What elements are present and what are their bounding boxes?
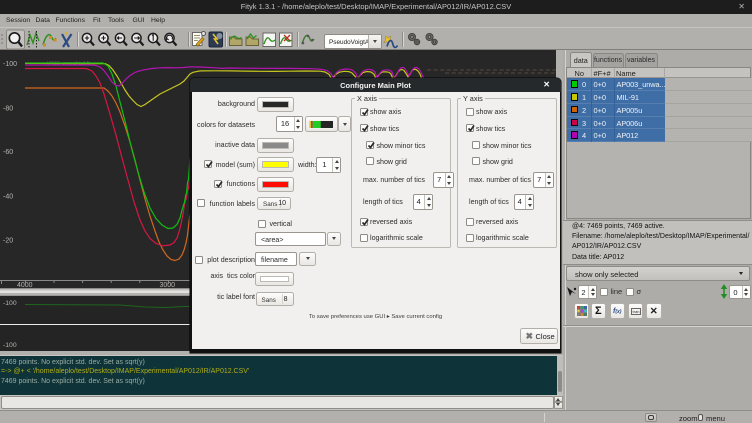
svg-text:-80: -80 bbox=[3, 106, 13, 113]
svg-text:-20: -20 bbox=[3, 238, 13, 245]
svg-text:-60: -60 bbox=[3, 149, 13, 156]
svg-text:-100: -100 bbox=[3, 61, 17, 68]
svg-text:-40: -40 bbox=[3, 193, 13, 200]
